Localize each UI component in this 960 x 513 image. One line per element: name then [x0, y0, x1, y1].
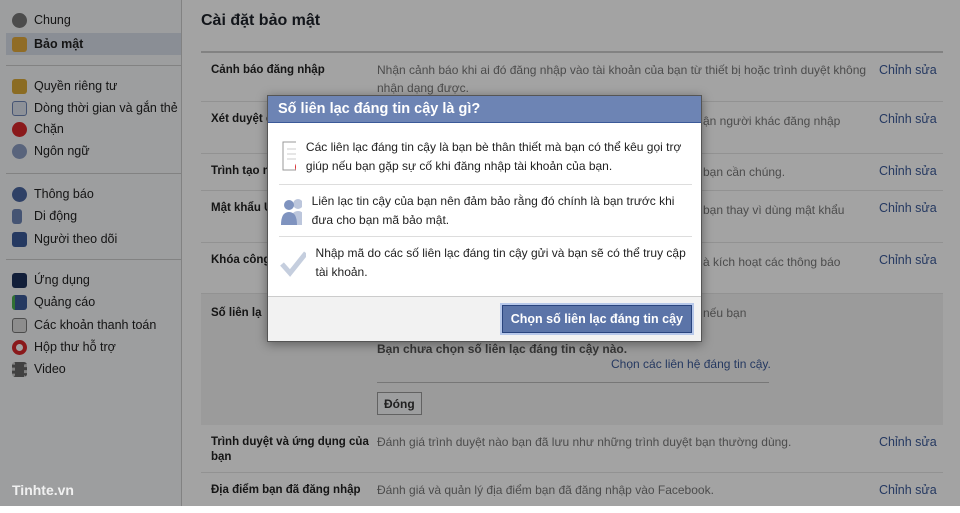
trusted-contacts-dialog: Số liên lạc đáng tin cậy là gì? Các liên…	[267, 95, 702, 342]
divider	[279, 236, 692, 237]
choose-trusted-contacts-button[interactable]: Chọn số liên lạc đáng tin cậy	[499, 303, 695, 335]
dialog-item-text: Các liên lạc đáng tin cậy là bạn bè thân…	[305, 140, 682, 173]
dialog-item: Liên lạc tin cậy của bạn nên đảm bảo rằn…	[279, 192, 692, 230]
contact-list-icon	[282, 141, 296, 171]
dialog-item-text: Nhập mã do các số liên lạc đáng tin cậy …	[315, 246, 686, 279]
divider	[279, 184, 692, 185]
watermark: Tinhte.vn	[12, 482, 74, 498]
dialog-title: Số liên lạc đáng tin cậy là gì?	[268, 96, 701, 123]
dialog-item: Các liên lạc đáng tin cậy là bạn bè thân…	[279, 138, 692, 176]
dialog-footer: Chọn số liên lạc đáng tin cậy	[268, 296, 701, 341]
checkmark-icon	[280, 251, 306, 277]
dialog-item: Nhập mã do các số liên lạc đáng tin cậy …	[279, 244, 692, 282]
dialog-item-text: Liên lạc tin cậy của bạn nên đảm bảo rằn…	[311, 194, 675, 227]
friends-icon	[281, 199, 302, 225]
